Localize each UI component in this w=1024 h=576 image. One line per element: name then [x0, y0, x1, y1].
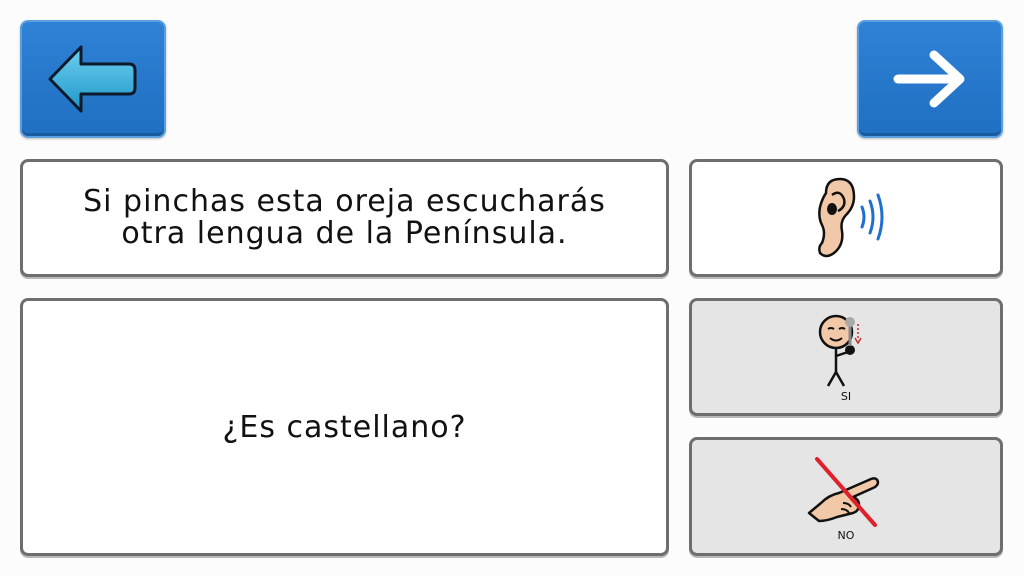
arrow-right-icon [893, 50, 965, 108]
yes-label: SI [840, 389, 852, 403]
next-button[interactable] [857, 20, 1003, 138]
ear-sound-icon [818, 177, 884, 258]
question-text: ¿Es castellano? [222, 409, 467, 445]
message-text: Si pinchas esta oreja escucharás otra le… [83, 184, 606, 251]
aac-board: Si pinchas esta oreja escucharás otra le… [0, 0, 1024, 576]
no-button[interactable]: NO [689, 437, 1003, 556]
yes-button[interactable]: SI [689, 298, 1003, 416]
arrow-left-icon [48, 45, 137, 113]
message-card: Si pinchas esta oreja escucharás otra le… [20, 159, 669, 277]
back-button[interactable] [20, 20, 166, 138]
no-label: NO [837, 529, 855, 542]
pointing-hand-crossed-icon [807, 457, 880, 527]
listen-button[interactable] [689, 159, 1003, 277]
person-yes-icon [818, 314, 862, 387]
question-card: ¿Es castellano? [20, 298, 669, 556]
